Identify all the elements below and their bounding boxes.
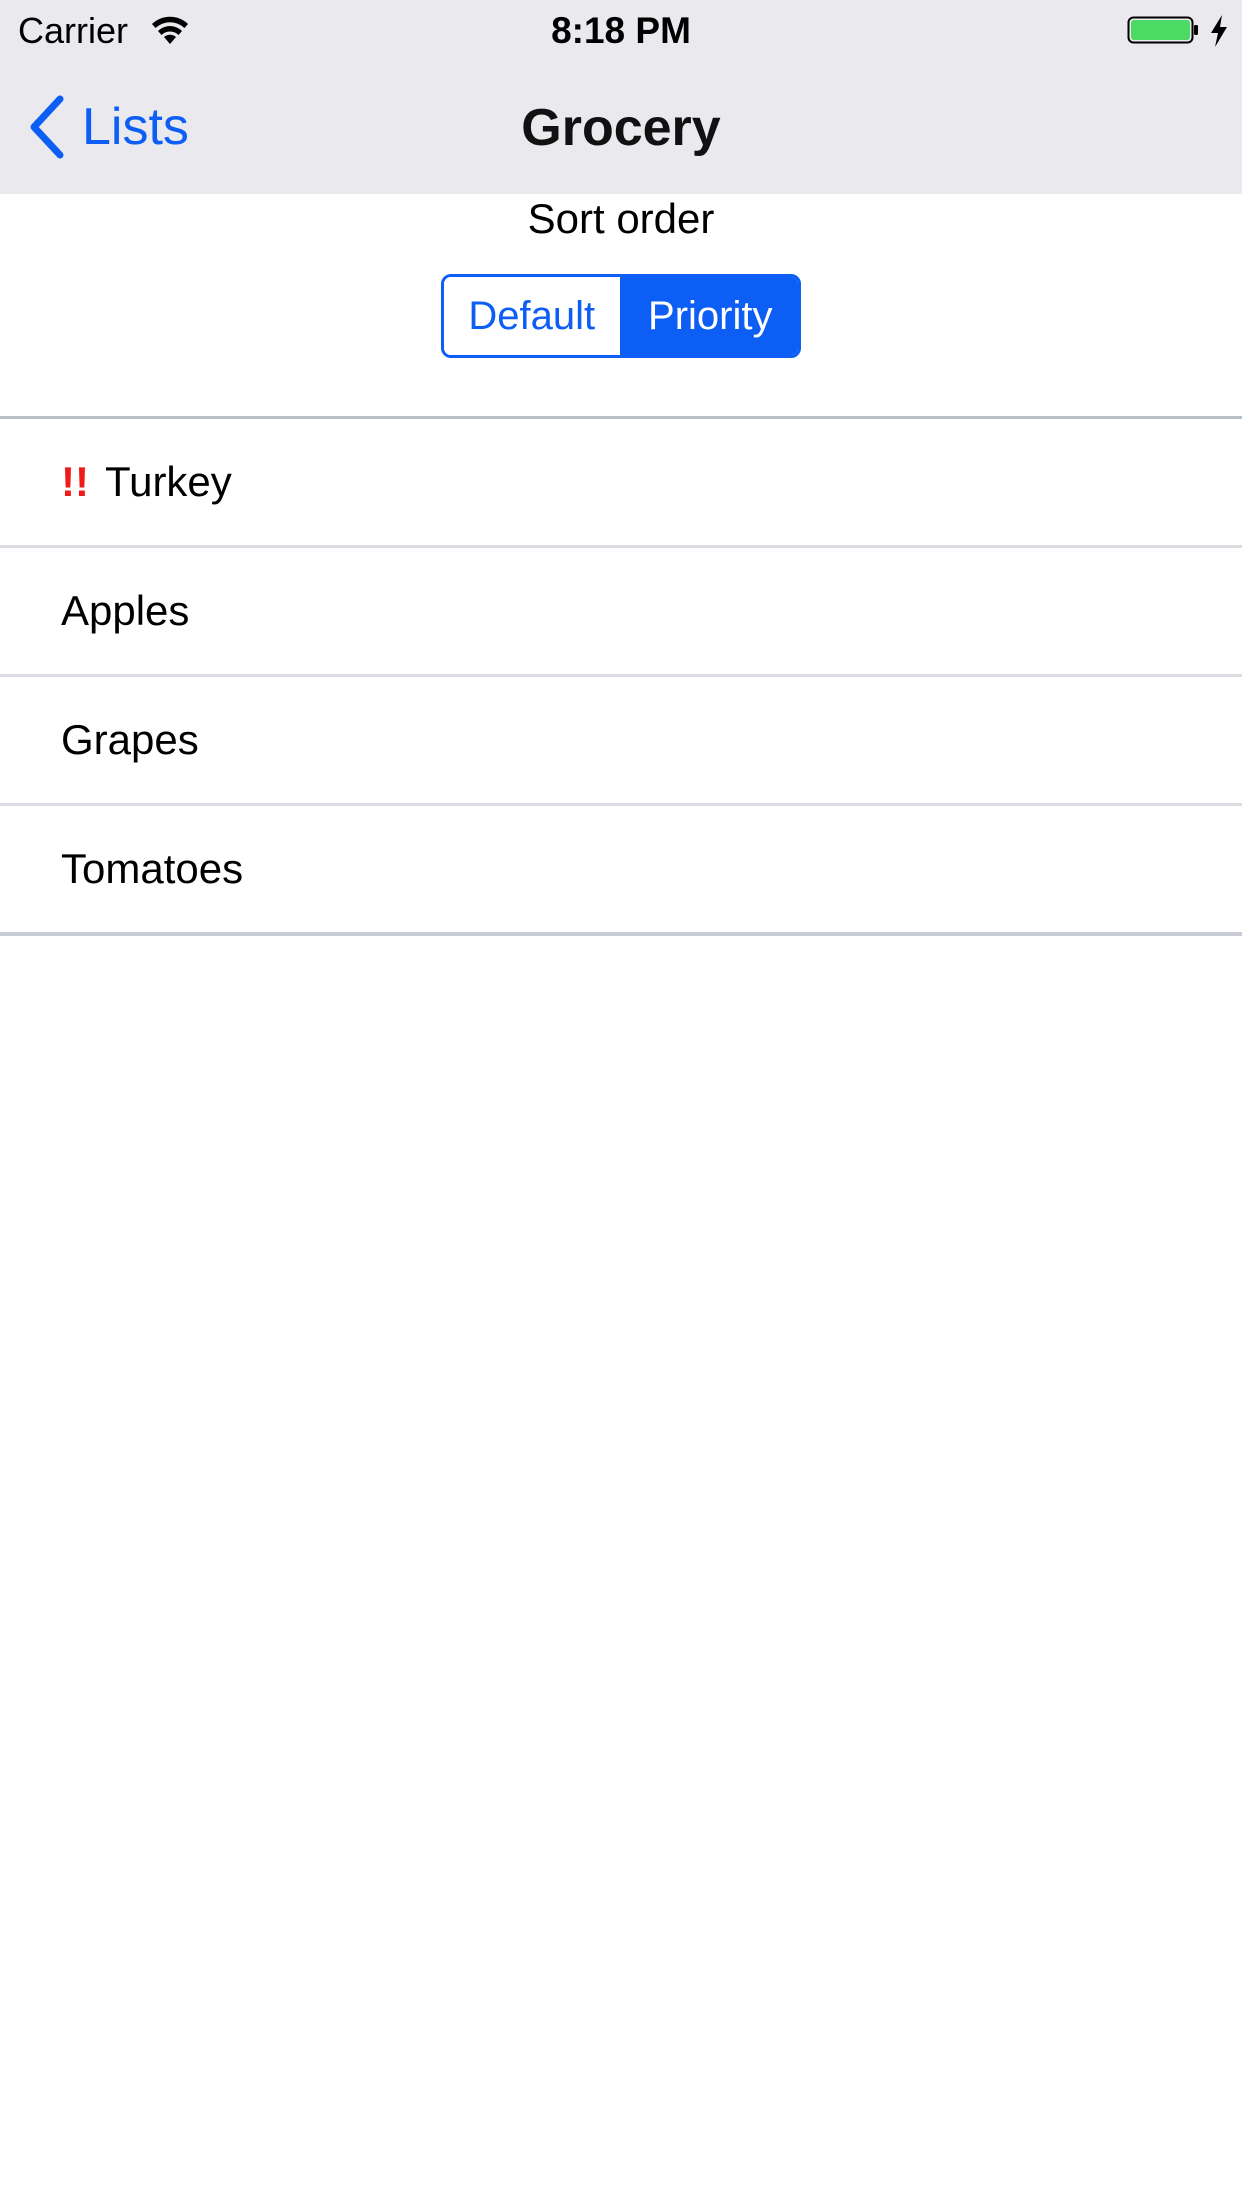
sort-order-label: Sort order [527, 195, 715, 242]
battery-icon [1127, 16, 1198, 44]
priority-indicator: !! [61, 458, 89, 505]
item-name: Apples [61, 587, 190, 634]
list-item[interactable]: Tomatoes [0, 806, 1242, 936]
page-title: Grocery [521, 99, 721, 157]
item-name: Grapes [61, 716, 199, 763]
segment-default[interactable]: Default [444, 277, 620, 355]
grocery-list: !! Turkey Apples Grapes Tomatoes [0, 419, 1242, 936]
segment-priority[interactable]: Priority [619, 277, 798, 355]
list-item[interactable]: Grapes [0, 677, 1242, 806]
clock: 8:18 PM [551, 10, 691, 51]
bolt-icon [1211, 15, 1227, 47]
navigation-bar: Lists Grocery [0, 62, 1242, 194]
list-item[interactable]: !! Turkey [0, 419, 1242, 548]
status-bar: Carrier 8:18 PM [0, 0, 1242, 62]
list-item[interactable]: Apples [0, 548, 1242, 677]
sort-header: Sort order Default Priority [0, 194, 1242, 418]
item-name: Turkey [104, 458, 232, 505]
item-name: Tomatoes [61, 845, 244, 892]
sort-order-segmented-control[interactable]: Default Priority [441, 274, 801, 358]
